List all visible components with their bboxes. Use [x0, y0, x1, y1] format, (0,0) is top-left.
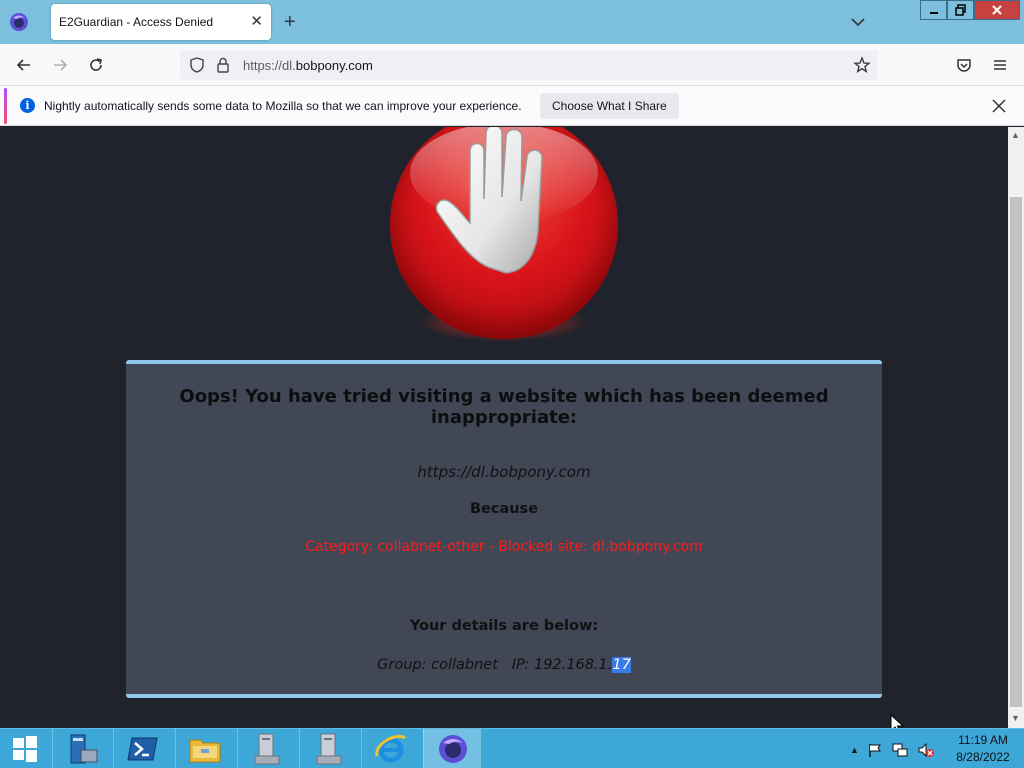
url-text[interactable]: https://dl.bobpony.com — [243, 58, 373, 73]
tab-active[interactable]: E2Guardian - Access Denied ✕ — [51, 4, 271, 40]
group-ip-text: Group: collabnet IP: 192.168.1. — [377, 657, 613, 673]
clock[interactable]: 11:19 AM 8/28/2022 — [948, 732, 1018, 766]
show-hidden-icons-icon[interactable]: ▲ — [850, 745, 859, 755]
flag-icon[interactable] — [867, 742, 883, 758]
url-host: bobpony.com — [295, 58, 373, 73]
block-reason: Category: collabnet-other - Blocked site… — [305, 539, 703, 555]
tab-title: E2Guardian - Access Denied — [59, 15, 214, 29]
network-icon[interactable] — [891, 742, 909, 758]
internet-explorer-glyph — [374, 735, 406, 763]
page-content: Oops! You have tried visiting a website … — [0, 127, 1008, 728]
back-icon[interactable] — [14, 55, 34, 75]
reload-icon[interactable] — [86, 55, 106, 75]
firefox-glyph — [438, 735, 467, 763]
tab-close-icon[interactable]: ✕ — [250, 13, 263, 31]
lock-icon[interactable] — [214, 56, 232, 74]
details-label: Your details are below: — [409, 618, 599, 634]
window-controls — [920, 0, 1020, 20]
url-prefix: https://dl. — [243, 58, 296, 73]
minimize-button[interactable] — [920, 0, 947, 20]
internet-explorer-icon[interactable] — [361, 729, 419, 768]
tab-list-icon[interactable] — [848, 12, 868, 32]
close-icon[interactable] — [990, 97, 1008, 115]
powershell-icon[interactable] — [113, 729, 171, 768]
tab-bar: E2Guardian - Access Denied ✕ + — [0, 0, 1024, 44]
choose-what-i-share-button[interactable]: Choose What I Share — [540, 93, 679, 119]
url-bar[interactable]: https://dl.bobpony.com — [180, 50, 878, 80]
firefox-nightly-icon[interactable] — [9, 12, 29, 32]
minimize-icon — [929, 12, 938, 14]
taskbar: ▲ 11:19 AM 8/28/2022 — [0, 728, 1024, 768]
shield-icon[interactable] — [188, 56, 206, 74]
scroll-down-icon[interactable]: ▼ — [1011, 713, 1020, 723]
file-explorer-glyph — [189, 739, 220, 763]
bookmark-star-icon[interactable] — [853, 56, 871, 74]
info-icon: i — [20, 98, 35, 113]
stop-hand-icon — [390, 127, 618, 339]
windows-logo-icon — [13, 736, 37, 762]
user-details: Group: collabnet IP: 192.168.1.17 — [126, 657, 882, 673]
server-app-glyph-2 — [316, 733, 341, 765]
scroll-thumb[interactable] — [1010, 197, 1022, 707]
powershell-glyph — [126, 737, 158, 761]
server-manager-icon[interactable] — [52, 729, 110, 768]
server-app-icon[interactable] — [237, 729, 295, 768]
navigation-toolbar: https://dl.bobpony.com — [0, 44, 1024, 86]
notification-bar: i Nightly automatically sends some data … — [0, 86, 1024, 126]
notification-accent — [4, 88, 7, 124]
pocket-icon[interactable] — [954, 55, 974, 75]
scroll-up-icon[interactable]: ▲ — [1011, 130, 1020, 140]
new-tab-icon[interactable]: + — [284, 11, 296, 33]
selected-text: 17 — [612, 657, 631, 673]
firefox-icon[interactable] — [423, 729, 481, 768]
clock-date: 8/28/2022 — [956, 750, 1010, 764]
restore-button[interactable] — [947, 0, 974, 20]
notification-message: Nightly automatically sends some data to… — [44, 99, 522, 113]
server-app-glyph — [254, 733, 279, 765]
close-window-button[interactable] — [974, 0, 1020, 20]
because-label: Because — [469, 501, 539, 517]
forward-icon[interactable] — [50, 55, 70, 75]
volume-muted-icon[interactable] — [917, 742, 935, 758]
mouse-cursor-icon — [890, 714, 905, 728]
system-tray: ▲ — [850, 740, 935, 760]
file-explorer-icon[interactable] — [175, 729, 233, 768]
server-manager-glyph — [70, 734, 97, 764]
block-message-panel: Oops! You have tried visiting a website … — [126, 360, 882, 698]
clock-time: 11:19 AM — [958, 733, 1008, 747]
block-heading: Oops! You have tried visiting a website … — [179, 386, 829, 428]
hand-icon — [435, 127, 543, 274]
menu-icon[interactable] — [990, 55, 1010, 75]
close-icon — [992, 5, 1002, 15]
restore-icon — [954, 4, 966, 16]
server-app-icon-2[interactable] — [299, 729, 357, 768]
windows-start-icon[interactable] — [0, 729, 50, 768]
blocked-url: https://dl.bobpony.com — [417, 463, 591, 481]
vertical-scrollbar[interactable]: ▲ ▼ — [1008, 127, 1024, 728]
